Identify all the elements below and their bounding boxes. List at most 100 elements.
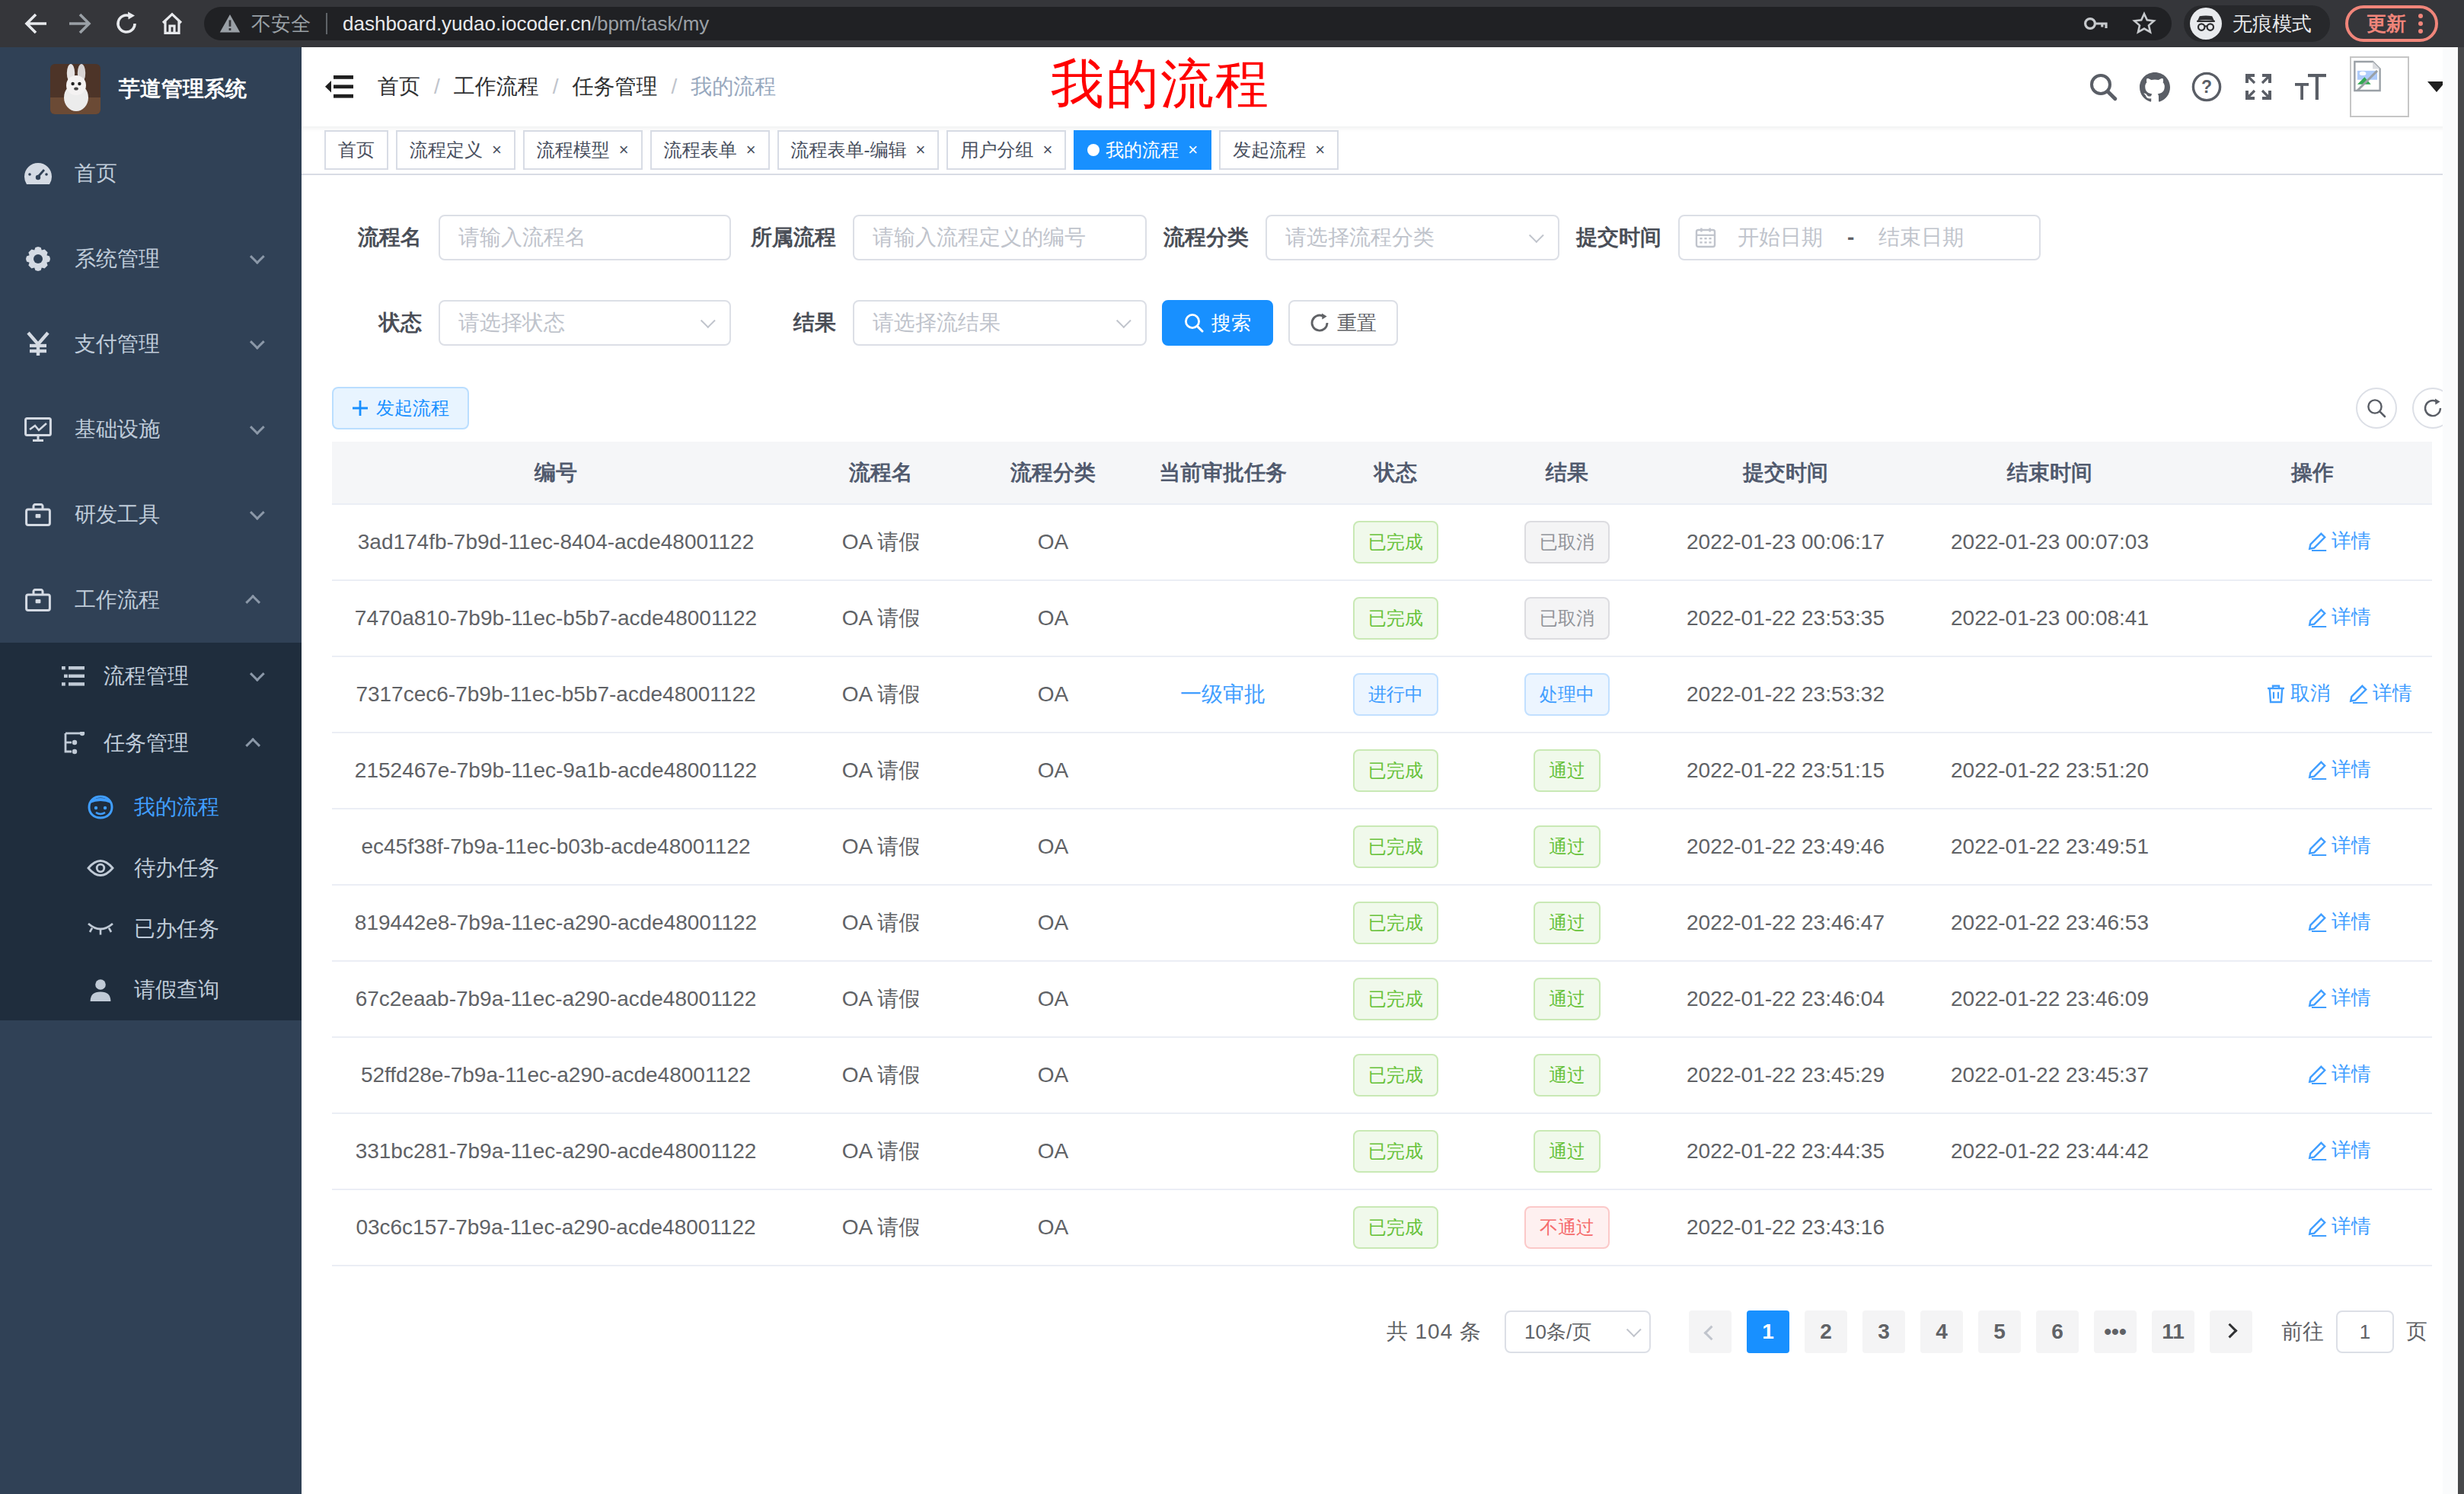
password-key-icon[interactable] [2083, 14, 2111, 33]
submit-time-range[interactable]: 开始日期 - 结束日期 [1678, 215, 2041, 260]
row-action-detail[interactable]: 详情 [2307, 528, 2371, 554]
user-icon [85, 978, 116, 1001]
close-icon[interactable]: × [619, 132, 629, 168]
close-icon[interactable]: × [916, 132, 926, 168]
cell-end-time: 2022-01-22 23:46:53 [1907, 885, 2193, 961]
tab-流程表单-编辑[interactable]: 流程表单-编辑× [777, 130, 940, 170]
row-action-detail[interactable]: 详情 [2307, 1213, 2371, 1240]
bookmark-star-icon[interactable] [2132, 11, 2156, 36]
breadcrumb-separator: / [434, 75, 440, 99]
close-icon[interactable]: × [1042, 132, 1052, 168]
help-icon[interactable]: ? [2181, 47, 2233, 126]
row-action-detail[interactable]: 详情 [2307, 908, 2371, 935]
sidebar-item-devtools[interactable]: 研发工具 [0, 472, 302, 557]
address-bar[interactable]: 不安全 dashboard.yudao.iocoder.cn/bpm/task/… [204, 7, 2172, 40]
filter-belong-label: 所属流程 [748, 223, 836, 252]
process-def-input[interactable] [853, 215, 1147, 260]
fullscreen-icon[interactable] [2233, 47, 2284, 126]
create-process-button[interactable]: 发起流程 [332, 387, 469, 429]
result-select[interactable]: 请选择流结果 [853, 300, 1147, 346]
search-button[interactable]: 搜索 [1162, 300, 1273, 346]
sidebar-menu: 首页系统管理支付管理基础设施研发工具工作流程流程管理任务管理我的流程待办任务已办… [0, 131, 302, 1020]
cell-result: 通过 [1470, 809, 1664, 885]
tab-我的流程[interactable]: 我的流程× [1074, 130, 1211, 170]
row-action-detail[interactable]: 详情 [2307, 1061, 2371, 1087]
sidebar-item-infra[interactable]: 基础设施 [0, 387, 302, 472]
row-action-detail[interactable]: 详情 [2348, 680, 2412, 707]
tab-用户分组[interactable]: 用户分组× [946, 130, 1066, 170]
tab-流程表单[interactable]: 流程表单× [650, 130, 770, 170]
tab-流程模型[interactable]: 流程模型× [523, 130, 643, 170]
cell-id: 819442e8-7b9a-11ec-a290-acde48001122 [332, 885, 780, 961]
browser-reload-button[interactable] [104, 4, 149, 43]
close-icon[interactable]: × [492, 132, 502, 168]
page-button-11[interactable]: 11 [2152, 1310, 2194, 1353]
page-button-6[interactable]: 6 [2036, 1310, 2079, 1353]
sidebar-item-process-mgmt[interactable]: 流程管理 [0, 643, 302, 710]
cell-category: OA [982, 656, 1124, 733]
cell-result: 通过 [1470, 961, 1664, 1037]
sidebar-item-system[interactable]: 系统管理 [0, 216, 302, 302]
row-action-detail[interactable]: 详情 [2307, 756, 2371, 783]
browser-home-button[interactable] [149, 4, 195, 43]
cell-task: 一级审批 [1124, 656, 1322, 733]
avatar[interactable] [2350, 56, 2409, 117]
sidebar-item-leave-query[interactable]: 请假查询 [0, 959, 302, 1020]
page-button-2[interactable]: 2 [1805, 1310, 1847, 1353]
annotation-text: 我的流程 [1051, 49, 1270, 120]
category-select[interactable]: 请选择流程分类 [1266, 215, 1559, 260]
page-button-5[interactable]: 5 [1978, 1310, 2021, 1353]
workflow-submenu: 流程管理任务管理我的流程待办任务已办任务请假查询 [0, 643, 302, 1020]
column-header: 操作 [2193, 442, 2432, 504]
row-action-detail[interactable]: 详情 [2307, 1137, 2371, 1164]
breadcrumb-item[interactable]: 工作流程 [454, 72, 539, 101]
update-button[interactable]: 更新 [2345, 5, 2438, 42]
close-icon[interactable]: × [746, 132, 756, 168]
close-icon[interactable]: × [1188, 132, 1198, 168]
sidebar-item-task-mgmt[interactable]: 任务管理 [0, 710, 302, 777]
cell-submit-time: 2022-01-22 23:45:29 [1664, 1037, 1907, 1113]
browser-forward-button[interactable] [58, 4, 104, 43]
row-action-detail[interactable]: 详情 [2307, 832, 2371, 859]
page-size-select[interactable]: 10条/页 [1505, 1310, 1651, 1353]
sidebar-item-home[interactable]: 首页 [0, 131, 302, 216]
page-ellipsis[interactable]: ••• [2094, 1310, 2137, 1353]
row-action-detail[interactable]: 详情 [2307, 604, 2371, 630]
search-icon[interactable] [2077, 47, 2129, 126]
show-search-toggle[interactable] [2356, 388, 2397, 429]
cell-name: OA 请假 [780, 885, 982, 961]
browser-back-button[interactable] [12, 4, 58, 43]
breadcrumb-item[interactable]: 首页 [378, 72, 420, 101]
page-button-3[interactable]: 3 [1862, 1310, 1905, 1353]
insecure-warning-icon [219, 14, 241, 34]
sidebar-collapse-button[interactable] [302, 47, 376, 126]
sidebar-item-my-process[interactable]: 我的流程 [0, 777, 302, 838]
row-action-detail[interactable]: 详情 [2307, 985, 2371, 1011]
page-button-4[interactable]: 4 [1920, 1310, 1963, 1353]
browser-menu-icon[interactable] [2418, 14, 2423, 34]
prev-page-button[interactable] [1689, 1310, 1732, 1353]
github-icon[interactable] [2129, 47, 2181, 126]
row-action-cancel[interactable]: 取消 [2266, 680, 2330, 707]
breadcrumb-item[interactable]: 任务管理 [573, 72, 658, 101]
reset-button[interactable]: 重置 [1288, 300, 1398, 346]
sidebar-item-done-tasks[interactable]: 已办任务 [0, 899, 302, 959]
cell-id: ec45f38f-7b9a-11ec-b03b-acde48001122 [332, 809, 780, 885]
tab-首页[interactable]: 首页 [324, 130, 388, 170]
close-icon[interactable]: × [1315, 132, 1325, 168]
sidebar-item-todo-tasks[interactable]: 待办任务 [0, 838, 302, 899]
tab-发起流程[interactable]: 发起流程× [1219, 130, 1339, 170]
process-name-input[interactable] [439, 215, 731, 260]
status-select[interactable]: 请选择状态 [439, 300, 731, 346]
task-link[interactable]: 一级审批 [1180, 682, 1266, 706]
incognito-icon [2190, 8, 2222, 40]
goto-page-input[interactable]: 1 [2336, 1310, 2394, 1353]
page-button-1[interactable]: 1 [1747, 1310, 1789, 1353]
sidebar-item-workflow[interactable]: 工作流程 [0, 557, 302, 643]
sidebar-item-payment[interactable]: 支付管理 [0, 302, 302, 387]
next-page-button[interactable] [2210, 1310, 2252, 1353]
font-size-icon[interactable] [2284, 47, 2336, 126]
cell-name: OA 请假 [780, 1189, 982, 1266]
breadcrumb-separator: / [553, 75, 559, 99]
tab-流程定义[interactable]: 流程定义× [396, 130, 515, 170]
